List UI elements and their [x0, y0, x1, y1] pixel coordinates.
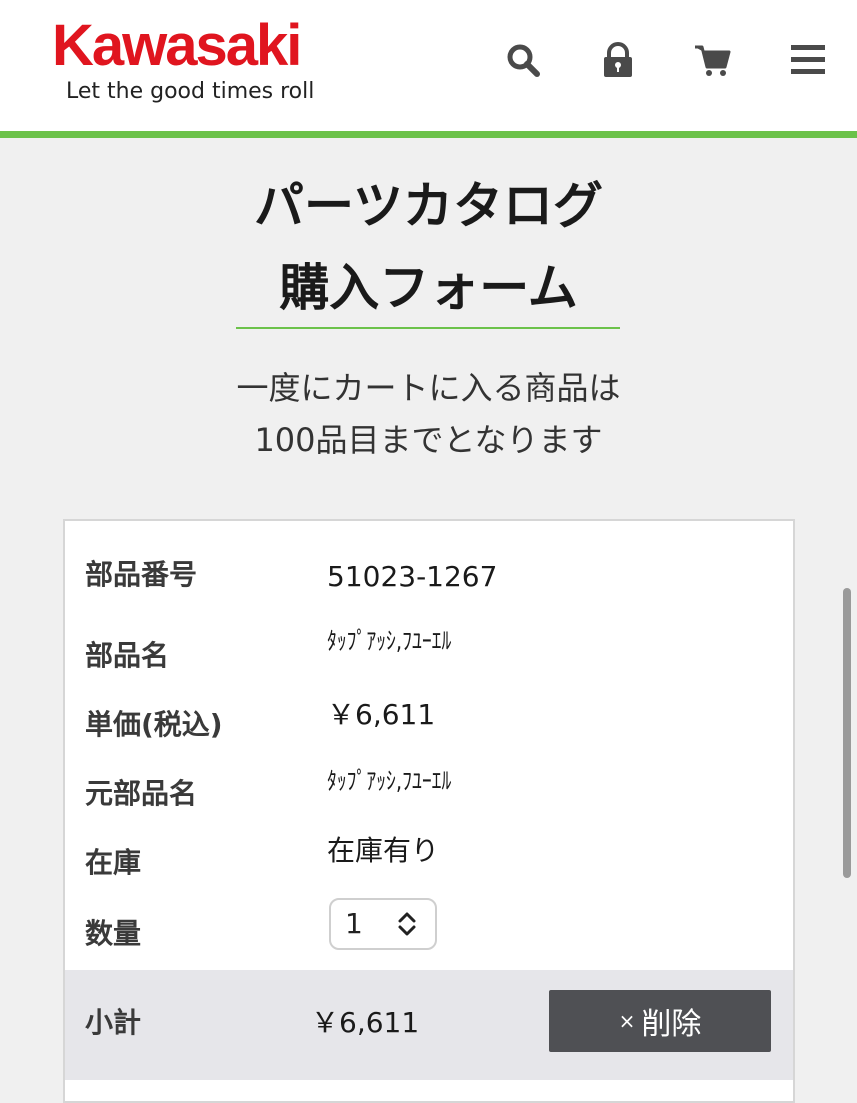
quantity-select[interactable]: 1: [329, 898, 437, 950]
part-name-label: 部品名: [85, 639, 170, 672]
cart-icon[interactable]: [693, 40, 733, 80]
menu-icon[interactable]: [788, 40, 828, 80]
stock-label: 在庫: [85, 846, 142, 879]
page-title-line2: 購入フォーム: [279, 259, 578, 317]
original-name-value: ﾀｯﾌﾟｱｯｼ,ﾌﾕｰｴﾙ: [327, 767, 452, 795]
cart-limit-notice-line2: 100品目までとなります: [254, 421, 603, 459]
original-name-label: 元部品名: [85, 777, 198, 810]
cart-item-card: 部品番号 51023-1267 部品名 ﾀｯﾌﾟｱｯｼ,ﾌﾕｰｴﾙ 単価(税込)…: [63, 519, 795, 1103]
quantity-value: 1: [345, 907, 363, 940]
kawasaki-logo[interactable]: Kawasaki: [52, 12, 302, 80]
title-underline: [236, 327, 620, 329]
stock-status: 在庫有り: [327, 834, 440, 867]
part-number-label: 部品番号: [85, 558, 198, 591]
subtotal-value: ￥6,611: [311, 1006, 420, 1039]
logo-tagline: Let the good times roll: [66, 79, 315, 104]
chevron-up-down-icon: [398, 912, 416, 936]
quantity-label: 数量: [85, 917, 142, 950]
lock-icon[interactable]: [598, 40, 638, 80]
subtotal-bar: 小計 ￥6,611 × 削除: [65, 970, 793, 1080]
unit-price-value: ￥6,611: [327, 698, 436, 731]
unit-price-label: 単価(税込): [85, 708, 223, 741]
part-name-value: ﾀｯﾌﾟｱｯｼ,ﾌﾕｰｴﾙ: [327, 627, 452, 655]
subtotal-label: 小計: [85, 1006, 142, 1039]
delete-button[interactable]: × 削除: [549, 990, 771, 1052]
close-icon: ×: [618, 1009, 636, 1033]
site-header: Kawasaki Let the good times roll: [0, 0, 857, 138]
page-title-line1: パーツカタログ: [254, 177, 603, 235]
delete-label: 削除: [641, 1007, 702, 1042]
search-icon[interactable]: [503, 40, 543, 80]
cart-limit-notice-line1: 一度にカートに入る商品は: [236, 369, 621, 407]
scrollbar[interactable]: [843, 588, 851, 878]
part-number-value: 51023-1267: [327, 560, 498, 593]
